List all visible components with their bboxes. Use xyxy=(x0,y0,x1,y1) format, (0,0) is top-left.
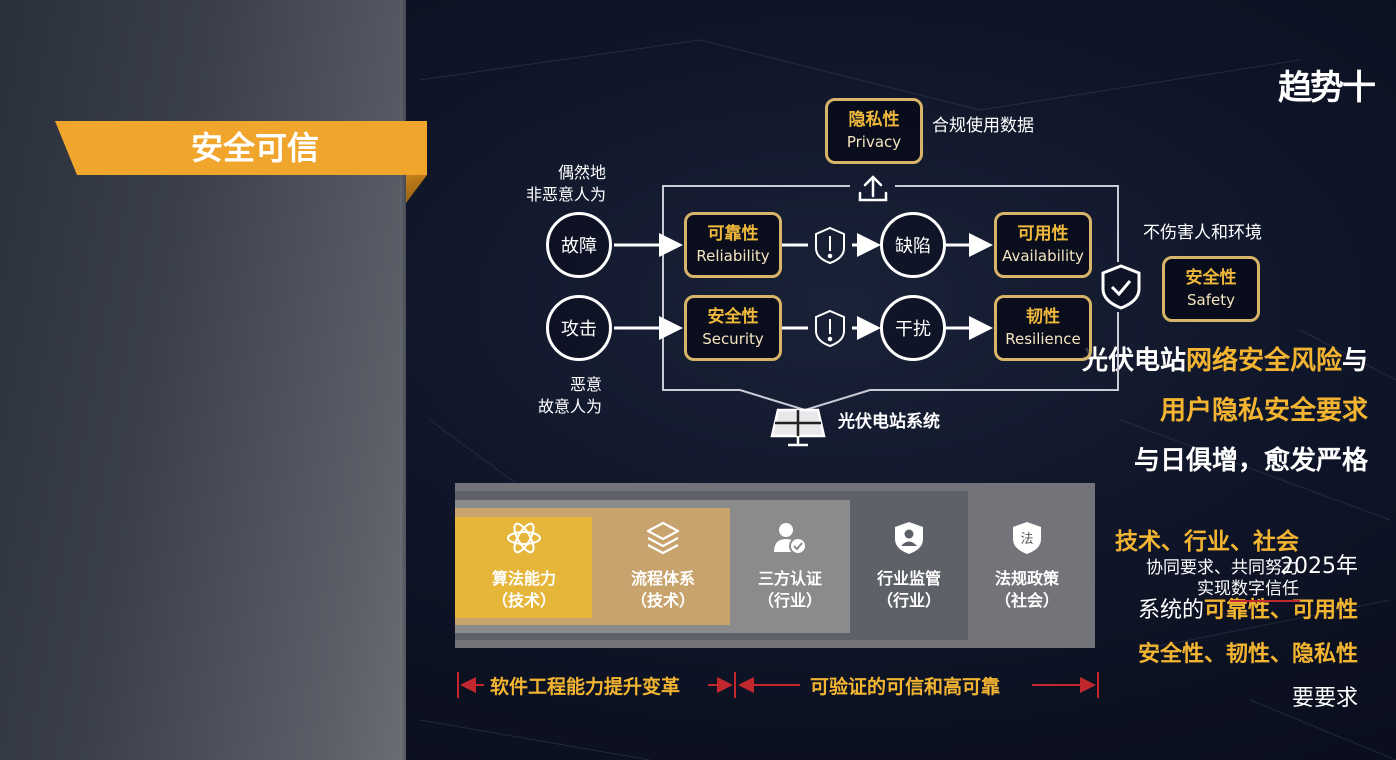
range-right-label: 可验证的可信和高可靠 xyxy=(810,676,1001,698)
range-arrows xyxy=(457,672,1099,698)
range-left-label: 软件工程能力提升变革 xyxy=(490,676,681,698)
